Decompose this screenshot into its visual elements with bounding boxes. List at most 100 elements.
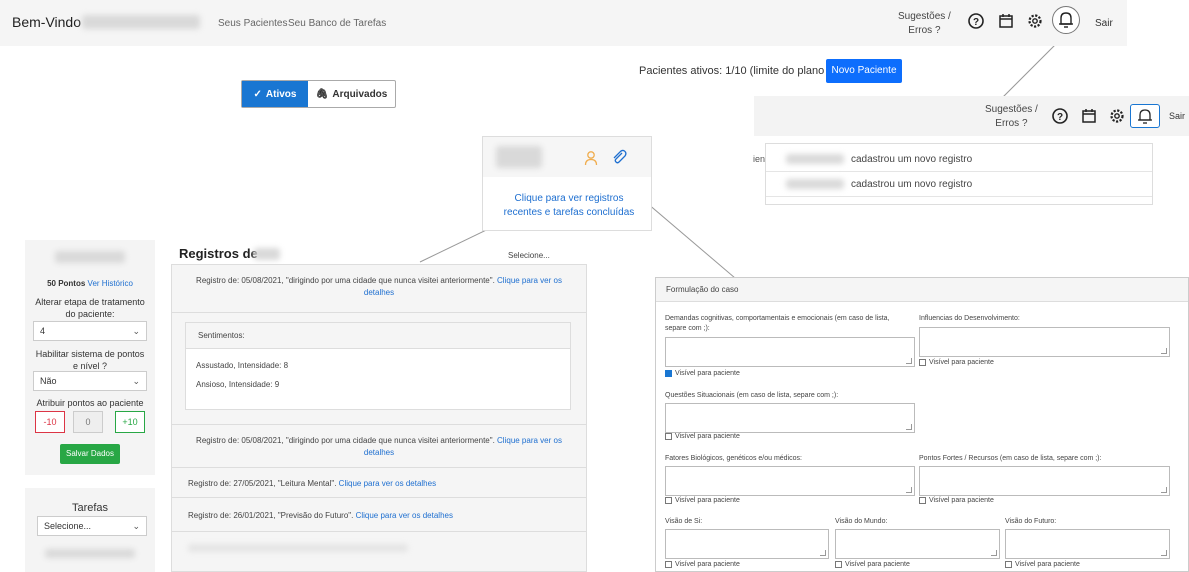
stage-select[interactable]: 4 ⌄ [33, 321, 147, 341]
tab-arquivados[interactable]: 🖇 Arquivados [308, 81, 395, 107]
records-title: Registros de [179, 246, 258, 261]
visao-futuro-textarea[interactable] [1005, 529, 1170, 559]
visible-checkbox-influencias[interactable]: Visível para paciente [919, 359, 994, 366]
record-details-link[interactable]: Clique para ver os detalhes [356, 511, 453, 520]
visible-label: Visível para paciente [929, 497, 994, 504]
checkbox [665, 561, 672, 568]
field-label-demandas: Demandas cognitivas, comportamentais e e… [665, 315, 890, 332]
notifications-button[interactable] [1052, 6, 1080, 34]
nav-link-tarefas[interactable]: Seu Banco de Tarefas [288, 18, 386, 29]
record-text: Registro de: 26/01/2021, "Previsão do Fu… [188, 511, 354, 520]
notification-text: cadastrou um novo registro [851, 179, 973, 190]
nav-link-pacientes[interactable]: Seus Pacientes [218, 18, 288, 29]
logout-link[interactable]: Sair [1095, 18, 1113, 29]
visible-label: Visível para paciente [929, 359, 994, 366]
visible-checkbox-biologicos[interactable]: Visível para paciente [665, 497, 740, 504]
sidebar-name-blurred [55, 251, 125, 263]
notification-item[interactable]: cadastrou um novo registro [766, 148, 1152, 172]
zoom-logout-link[interactable]: Sair [1169, 111, 1185, 121]
feeling-item: Assustado, Intensidade: 8 [196, 361, 289, 370]
record-text: Registro de: 27/05/2021, "Leitura Mental… [188, 479, 337, 488]
settings-icon[interactable] [1026, 12, 1044, 30]
partial-label: ien [753, 154, 766, 164]
suggestions-line2: Erros ? [908, 25, 941, 36]
chevron-down-icon: ⌄ [132, 376, 140, 386]
zoom-bell-button[interactable] [1130, 104, 1160, 128]
demandas-textarea[interactable] [665, 337, 915, 367]
record-row: Registro de: 05/08/2021, "dirigindo por … [172, 424, 586, 468]
tasks-blurred [45, 549, 135, 558]
record-text-wrap: Registro de: 26/01/2021, "Previsão do Fu… [172, 498, 586, 522]
zoom-calendar-icon[interactable] [1080, 107, 1098, 125]
checkbox [665, 433, 672, 440]
situacionais-textarea[interactable] [665, 403, 915, 433]
notification-text: cadastrou um novo registro [851, 154, 973, 165]
calendar-icon[interactable] [997, 12, 1015, 30]
points-value: 50 Pontos [47, 279, 86, 288]
assign-points-label: Atribuir pontos ao paciente [36, 398, 144, 408]
record-text-wrap: Registro de: 05/08/2021, "dirigindo por … [172, 425, 586, 459]
chevron-down-icon: ⌄ [132, 326, 140, 336]
visible-label: Visível para paciente [675, 433, 740, 440]
points-input[interactable]: 0 [73, 411, 103, 433]
biologicos-textarea[interactable] [665, 466, 915, 496]
patient-status-toggle: ✓ Ativos 🖇 Arquivados [241, 80, 396, 108]
brand-title[interactable]: Bem-Vindo [12, 14, 81, 30]
visible-checkbox-situacionais[interactable]: Visível para paciente [665, 433, 740, 440]
tasks-title: Tarefas [71, 502, 109, 514]
points-system-select[interactable]: Não ⌄ [33, 371, 147, 391]
visible-checkbox-visao-futuro[interactable]: Visível para paciente [1005, 561, 1080, 568]
visible-label: Visível para paciente [675, 497, 740, 504]
visible-label: Visível para paciente [675, 370, 740, 377]
feeling-item: Ansioso, Intensidade: 9 [196, 380, 280, 389]
record-row: Registro de: 26/01/2021, "Previsão do Fu… [172, 498, 586, 532]
notification-item[interactable]: cadastrou um novo registro [766, 173, 1152, 197]
plus-ten-button[interactable]: +10 [115, 411, 145, 433]
visible-checkbox-demandas[interactable]: Visível para paciente [665, 370, 740, 377]
checkbox [835, 561, 842, 568]
records-select[interactable]: Selecione... [508, 251, 550, 260]
tab-arquivados-label: Arquivados [332, 88, 388, 100]
suggestions-link[interactable]: Sugestões / Erros ? [898, 10, 951, 38]
record-text: Registro de: 05/08/2021, "dirigindo por … [196, 436, 495, 445]
zoom-help-icon[interactable]: ? [1051, 107, 1069, 125]
active-patients-text: Pacientes ativos: 1/10 (limite do plano … [639, 65, 855, 77]
field-label-influencias: Influencias do Desenvolvimento: [919, 315, 1020, 322]
notification-user-blurred [786, 154, 844, 164]
pontos-fortes-textarea[interactable] [919, 466, 1170, 496]
paperclip-icon[interactable] [611, 149, 627, 165]
patient-name-blurred [496, 146, 542, 168]
zoom-settings-icon[interactable] [1108, 107, 1126, 125]
records-name-blurred [254, 248, 280, 260]
user-icon[interactable] [584, 150, 598, 166]
zoom-suggestions-link[interactable]: Sugestões / Erros ? [985, 103, 1038, 131]
tab-ativos[interactable]: ✓ Ativos [242, 81, 308, 107]
visible-checkbox-pontos-fortes[interactable]: Visível para paciente [919, 497, 994, 504]
minus-ten-button[interactable]: -10 [35, 411, 65, 433]
stage-label: Alterar etapa de tratamento do paciente: [35, 297, 145, 319]
chevron-down-icon: ⌄ [132, 521, 140, 531]
points-system-value: Não [40, 376, 57, 386]
paperclip-icon: 🖇 [315, 88, 329, 100]
record-faded-blurred [188, 544, 408, 552]
visible-checkbox-visao-si[interactable]: Visível para paciente [665, 561, 740, 568]
visible-checkbox-visao-mundo[interactable]: Visível para paciente [835, 561, 910, 568]
visao-si-textarea[interactable] [665, 529, 829, 559]
field-label-situacionais: Questões Situacionais (em caso de lista,… [665, 392, 839, 399]
record-details-link[interactable]: Clique para ver os detalhes [339, 479, 436, 488]
points-row: 50 Pontos Ver Histórico [25, 278, 155, 290]
tab-ativos-label: Ativos [265, 88, 297, 100]
points-history-link[interactable]: Ver Histórico [88, 279, 133, 288]
suggestions-line1: Sugestões / [898, 11, 951, 22]
field-label-biologicos: Fatores Biológicos, genéticos e/ou médic… [665, 455, 802, 462]
field-label-visao-futuro: Visão do Futuro: [1005, 518, 1057, 525]
tasks-select[interactable]: Selecione... ⌄ [37, 516, 147, 536]
new-patient-button[interactable]: Novo Paciente [826, 59, 902, 83]
recent-records-link[interactable]: Clique para ver registros recentes e tar… [494, 192, 644, 220]
save-data-button[interactable]: Salvar Dados [60, 444, 120, 464]
influencias-textarea[interactable] [919, 327, 1170, 357]
check-icon: ✓ [253, 88, 262, 100]
feelings-title: Sentimentos: [186, 323, 570, 349]
visao-mundo-textarea[interactable] [835, 529, 1000, 559]
help-icon[interactable]: ? [967, 12, 985, 30]
